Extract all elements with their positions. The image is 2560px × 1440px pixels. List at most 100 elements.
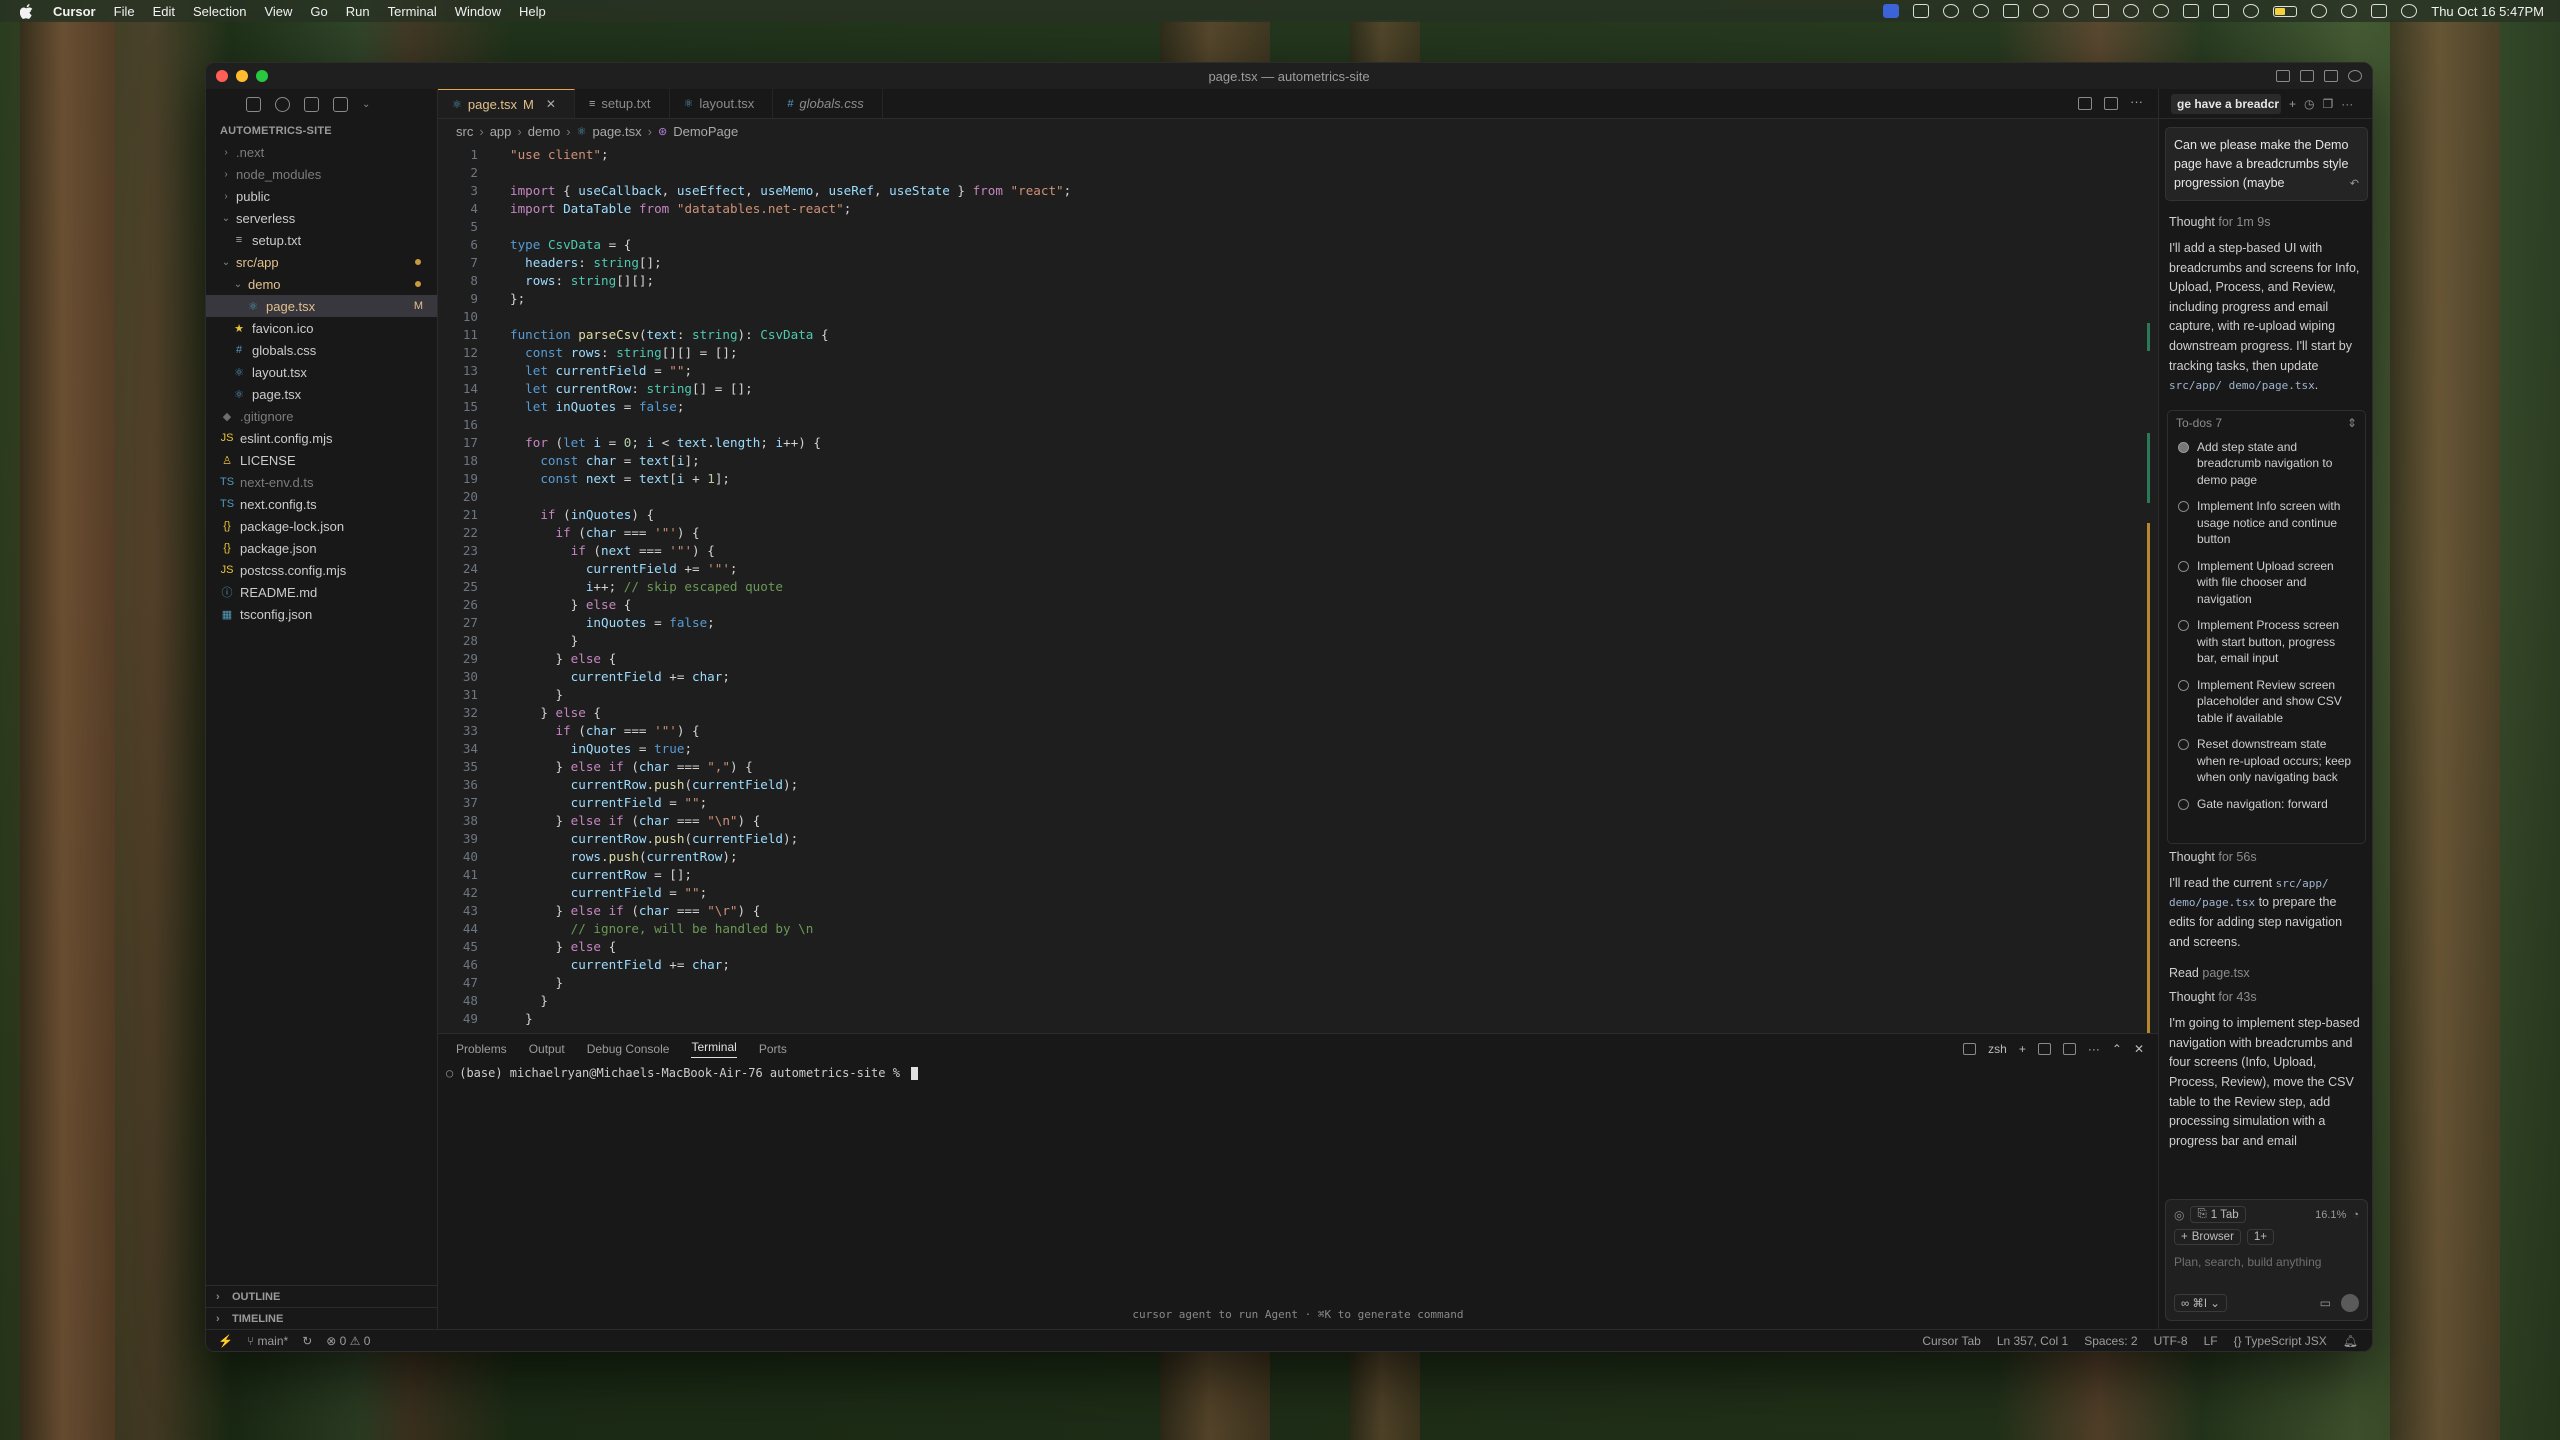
menu-file[interactable]: File — [105, 4, 144, 19]
menu-go[interactable]: Go — [301, 4, 336, 19]
copy-icon[interactable]: ❐ — [2323, 97, 2334, 111]
outline-section[interactable]: › OUTLINE — [206, 1285, 437, 1307]
close-panel-icon[interactable]: ✕ — [2134, 1042, 2144, 1056]
chat-tab-title[interactable]: ge have a breadcr — [2171, 93, 2281, 114]
tree-item-layout-tsx[interactable]: ⚛ layout.tsx — [206, 361, 437, 383]
breadcrumb-item[interactable]: demo — [528, 124, 561, 139]
menu-edit[interactable]: Edit — [144, 4, 184, 19]
line-ending[interactable]: LF — [2204, 1334, 2218, 1348]
files-icon[interactable] — [246, 97, 261, 112]
tab-ports[interactable]: Ports — [759, 1042, 787, 1056]
user-message[interactable]: Can we please make the Demo page have a … — [2165, 127, 2368, 201]
compare-changes-icon[interactable] — [2078, 97, 2092, 110]
tree-item-eslint-config[interactable]: JS eslint.config.mjs — [206, 427, 437, 449]
undo-icon[interactable]: ↶ — [2350, 175, 2359, 194]
history-icon[interactable]: ◷ — [2304, 97, 2314, 111]
tree-item-gitignore[interactable]: ◆ .gitignore — [206, 405, 437, 427]
code-editor[interactable]: 1 "use client"; 2 3 import { useCallback, us… — [438, 143, 2158, 1033]
breadcrumb-item[interactable]: src — [456, 124, 473, 139]
cursor-position[interactable]: Ln 357, Col 1 — [1997, 1334, 2068, 1348]
timeline-section[interactable]: › TIMELINE — [206, 1307, 437, 1329]
context-tab-chip[interactable]: ⎘ 1 Tab — [2190, 1206, 2246, 1223]
search-icon[interactable] — [275, 97, 290, 112]
tree-item-serverless[interactable]: ⌄ serverless — [206, 207, 437, 229]
explorer-root-header[interactable]: AUTOMETRICS-SITE — [206, 119, 437, 141]
tree-item-next-env[interactable]: TS next-env.d.ts — [206, 471, 437, 493]
terminal-output[interactable]: ○ (base) michaelryan@Michaels-MacBook-Ai… — [438, 1064, 2158, 1080]
encoding[interactable]: UTF-8 — [2154, 1334, 2188, 1348]
shell-label[interactable]: zsh — [1988, 1042, 2007, 1056]
tab-problems[interactable]: Problems — [456, 1042, 507, 1056]
vpn-icon[interactable] — [2033, 4, 2050, 18]
thought-indicator[interactable]: Thought for 56s — [2159, 850, 2372, 864]
tree-item-postcss-config[interactable]: JS postcss.config.mjs — [206, 559, 437, 581]
menubar-clock[interactable]: Thu Oct 16 5:47PM — [2431, 4, 2544, 19]
tab-page-tsx[interactable]: ⚛ page.tsx M ✕ — [438, 89, 575, 118]
chat-input[interactable]: Plan, search, build anything — [2166, 1245, 2367, 1269]
play-icon[interactable] — [2153, 4, 2170, 18]
maximize-panel-icon[interactable]: ⌃ — [2112, 1042, 2122, 1056]
screen-share-icon[interactable] — [1883, 4, 1900, 18]
cursor-tab-status[interactable]: Cursor Tab — [1922, 1334, 1980, 1348]
bell-icon[interactable]: 🔔︎ — [2343, 1334, 2358, 1348]
more-actions-icon[interactable]: ··· — [2341, 97, 2353, 111]
tree-item-favicon[interactable]: ★ favicon.ico — [206, 317, 437, 339]
indentation[interactable]: Spaces: 2 — [2084, 1334, 2137, 1348]
sync-icon[interactable]: ↻ — [302, 1334, 312, 1348]
tab-output[interactable]: Output — [529, 1042, 565, 1056]
sync-icon[interactable] — [1973, 4, 1990, 18]
app-status-icon[interactable] — [1943, 4, 1960, 18]
source-control-icon[interactable] — [304, 97, 319, 112]
tree-item-src-app[interactable]: ⌄ src/app — [206, 251, 437, 273]
menu-app-name[interactable]: Cursor — [44, 4, 105, 19]
battery-icon[interactable] — [2273, 5, 2298, 17]
moon-icon[interactable] — [2243, 4, 2260, 18]
new-chat-icon[interactable]: + — [2289, 97, 2296, 111]
chevron-down-icon[interactable]: ⌄ — [362, 97, 377, 112]
tab-setup-txt[interactable]: ≡ setup.txt — [575, 89, 670, 118]
tree-item-public[interactable]: › public — [206, 185, 437, 207]
airdrop-icon[interactable] — [2183, 4, 2200, 18]
siri-icon[interactable] — [2401, 4, 2418, 18]
more-actions-icon[interactable]: ··· — [2130, 95, 2144, 110]
cube-icon[interactable] — [2093, 4, 2110, 18]
toggle-chat-icon[interactable] — [2324, 70, 2338, 82]
tree-item-package-lock[interactable]: {} package-lock.json — [206, 515, 437, 537]
control-center-icon[interactable] — [2371, 4, 2388, 18]
split-editor-icon[interactable] — [2104, 97, 2118, 110]
openai-icon[interactable] — [2063, 4, 2080, 18]
toggle-sidebar-icon[interactable] — [2276, 70, 2290, 82]
language-mode[interactable]: {} TypeScript JSX — [2234, 1334, 2327, 1348]
tab-globals-css[interactable]: # globals.css — [773, 89, 883, 118]
tree-item-demo[interactable]: ⌄ demo — [206, 273, 437, 295]
breadcrumb-item[interactable]: DemoPage — [673, 124, 738, 139]
split-terminal-icon[interactable] — [2037, 1043, 2051, 1055]
menu-terminal[interactable]: Terminal — [379, 4, 446, 19]
zoom-icon[interactable] — [1913, 4, 1930, 18]
trash-icon[interactable] — [2062, 1043, 2076, 1055]
tree-item-page-tsx[interactable]: ⚛ page.tsx — [206, 383, 437, 405]
tab-terminal[interactable]: Terminal — [691, 1040, 737, 1058]
menu-run[interactable]: Run — [337, 4, 379, 19]
tree-item-node-modules[interactable]: › node_modules — [206, 163, 437, 185]
agent-mode-selector[interactable]: ∞ ⌘I ⌄ — [2174, 1294, 2227, 1312]
mention-icon[interactable]: ◎ — [2174, 1208, 2184, 1222]
tree-item-license[interactable]: ♙ LICENSE — [206, 449, 437, 471]
tree-item-readme[interactable]: ⓘ README.md — [206, 581, 437, 603]
menu-help[interactable]: Help — [510, 4, 555, 19]
more-actions-icon[interactable]: ··· — [2088, 1042, 2100, 1056]
tree-item-tsconfig[interactable]: ▦ tsconfig.json — [206, 603, 437, 625]
new-terminal-icon[interactable]: + — [2019, 1042, 2026, 1056]
close-tab-icon[interactable]: ✕ — [546, 97, 556, 111]
tree-item-next-config[interactable]: TS next.config.ts — [206, 493, 437, 515]
thought-indicator[interactable]: Thought for 1m 9s — [2159, 215, 2372, 229]
browser-chip[interactable]: + Browser — [2174, 1229, 2241, 1245]
image-attach-icon[interactable]: ▭ — [2320, 1296, 2331, 1310]
settings-gear-icon[interactable] — [2348, 70, 2362, 82]
tree-item-globals-css[interactable]: # globals.css — [206, 339, 437, 361]
tab-layout-tsx[interactable]: ⚛ layout.tsx — [670, 89, 774, 118]
tree-item-setup-txt[interactable]: ≡ setup.txt — [206, 229, 437, 251]
read-file-indicator[interactable]: Read page.tsx — [2159, 966, 2372, 980]
tab-debug-console[interactable]: Debug Console — [587, 1042, 670, 1056]
send-button[interactable] — [2341, 1294, 2359, 1312]
